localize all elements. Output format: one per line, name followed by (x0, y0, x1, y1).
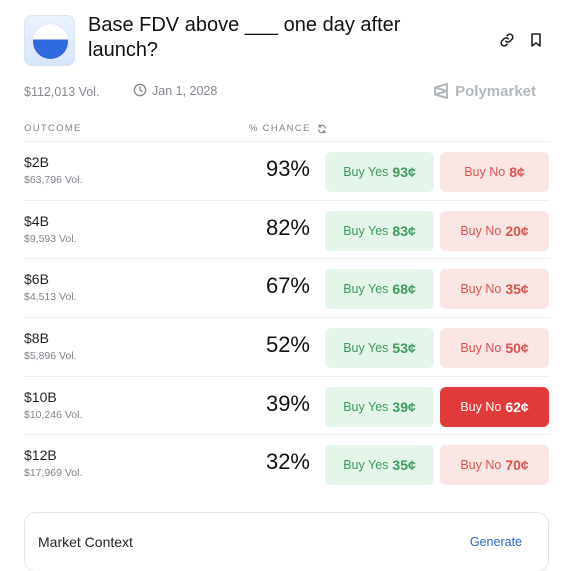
outcome-volume: $9,593 Vol. (24, 232, 77, 245)
buy-yes-button[interactable]: Buy Yes 68¢ (325, 269, 434, 310)
generate-button[interactable]: Generate (470, 535, 522, 549)
buy-no-price: 50¢ (505, 340, 529, 357)
market-title: Base FDV above ___ one day after launch? (88, 14, 401, 61)
market-context-card: Market Context Generate (24, 512, 549, 571)
table-row[interactable]: $2B $63,796 Vol. 93% Buy Yes 93¢ Buy No 8¢ (24, 141, 550, 200)
market-meta: $112,013 Vol. Jan 1, 2028 Polymarket (24, 82, 548, 102)
buy-yes-price: 39¢ (392, 398, 416, 415)
outcome-volume: $17,969 Vol. (24, 467, 83, 480)
buy-yes-label: Buy Yes (343, 399, 389, 414)
outcome-chance: 93% (265, 156, 310, 181)
outcome-volume: $5,896 Vol. (24, 350, 77, 363)
polymarket-logo-icon (434, 83, 449, 99)
buy-no-button[interactable]: Buy No 62¢ (440, 386, 549, 427)
buy-no-button[interactable]: Buy No 20¢ (440, 210, 549, 251)
outcome-volume: $4,513 Vol. (24, 291, 77, 304)
buy-yes-price: 83¢ (392, 222, 416, 239)
market-logo (24, 15, 75, 66)
bookmark-icon[interactable] (528, 32, 544, 48)
buy-no-price: 35¢ (505, 281, 529, 298)
chance-column-header: % CHANCE (249, 123, 327, 134)
buy-yes-price: 35¢ (392, 457, 416, 474)
table-row[interactable]: $10B $10,246 Vol. 39% Buy Yes 39¢ Buy No 6… (24, 375, 550, 435)
chance-header-label: % CHANCE (249, 123, 311, 134)
outcome-chance: 82% (265, 214, 310, 240)
buy-no-label: Buy No (460, 458, 502, 473)
outcome-label: $12B (24, 447, 57, 464)
market-context-title: Market Context (38, 534, 133, 550)
table-row[interactable]: $12B $17,969 Vol. 32% Buy Yes 35¢ Buy No 7… (24, 434, 550, 493)
buy-no-label: Buy No (460, 282, 502, 297)
buy-no-label: Buy No (460, 223, 502, 238)
table-row[interactable]: $4B $9,593 Vol. 82% Buy Yes 83¢ Buy No 20¢ (24, 199, 550, 259)
market-end-date: Jan 1, 2028 (133, 82, 217, 98)
buy-no-price: 8¢ (509, 164, 525, 180)
outcome-volume: $10,246 Vol. (24, 408, 83, 421)
buy-no-label: Buy No (464, 165, 506, 179)
buy-yes-price: 68¢ (392, 281, 416, 298)
outcome-column-header: OUTCOME (24, 123, 82, 134)
outcome-chance: 32% (265, 449, 310, 475)
buy-yes-label: Buy Yes (343, 165, 389, 179)
buy-yes-label: Buy Yes (343, 458, 389, 473)
outcome-label: $10B (24, 388, 57, 405)
buy-yes-label: Buy Yes (343, 341, 389, 356)
buy-no-price: 20¢ (505, 222, 529, 239)
buy-no-price: 70¢ (505, 457, 529, 474)
buy-no-button[interactable]: Buy No 8¢ (440, 152, 549, 192)
market-header: Base FDV above ___ one day after launch? (24, 14, 554, 70)
brand-name: Polymarket (455, 82, 536, 100)
outcome-volume: $63,796 Vol. (24, 174, 83, 186)
buy-no-label: Buy No (460, 399, 502, 414)
outcome-label: $4B (24, 212, 49, 229)
outcome-label: $6B (24, 271, 49, 288)
end-date-text: Jan 1, 2028 (152, 84, 218, 98)
outcome-label: $2B (24, 154, 49, 170)
buy-yes-button[interactable]: Buy Yes 39¢ (325, 386, 434, 427)
table-row[interactable]: $8B $5,896 Vol. 52% Buy Yes 53¢ Buy No 50¢ (24, 317, 550, 376)
market-volume: $112,013 Vol. (24, 85, 100, 99)
buy-yes-button[interactable]: Buy Yes 83¢ (325, 210, 434, 251)
refresh-icon[interactable] (317, 123, 327, 134)
clock-icon (133, 83, 147, 97)
polymarket-brand[interactable]: Polymarket (433, 82, 536, 100)
base-logo-icon (33, 24, 68, 59)
buy-yes-label: Buy Yes (343, 223, 389, 238)
buy-yes-label: Buy Yes (343, 282, 389, 297)
table-row[interactable]: $6B $4,513 Vol. 67% Buy Yes 68¢ Buy No 35¢ (24, 258, 550, 317)
buy-yes-button[interactable]: Buy Yes 53¢ (325, 328, 434, 369)
outcome-chance: 67% (265, 273, 310, 299)
buy-yes-price: 93¢ (392, 164, 416, 180)
buy-yes-button[interactable]: Buy Yes 35¢ (325, 445, 434, 486)
buy-yes-button[interactable]: Buy Yes 93¢ (325, 152, 434, 192)
buy-no-button[interactable]: Buy No 70¢ (440, 445, 549, 486)
outcome-label: $8B (24, 330, 49, 347)
outcome-chance: 39% (265, 390, 310, 416)
link-icon[interactable] (499, 32, 515, 48)
buy-no-label: Buy No (460, 341, 502, 356)
buy-no-price: 62¢ (505, 398, 529, 415)
outcomes-table: $2B $63,796 Vol. 93% Buy Yes 93¢ Buy No 8¢… (24, 141, 550, 493)
outcome-chance: 52% (265, 332, 310, 358)
buy-no-button[interactable]: Buy No 50¢ (440, 328, 549, 369)
buy-no-button[interactable]: Buy No 35¢ (440, 269, 549, 310)
buy-yes-price: 53¢ (392, 340, 416, 357)
